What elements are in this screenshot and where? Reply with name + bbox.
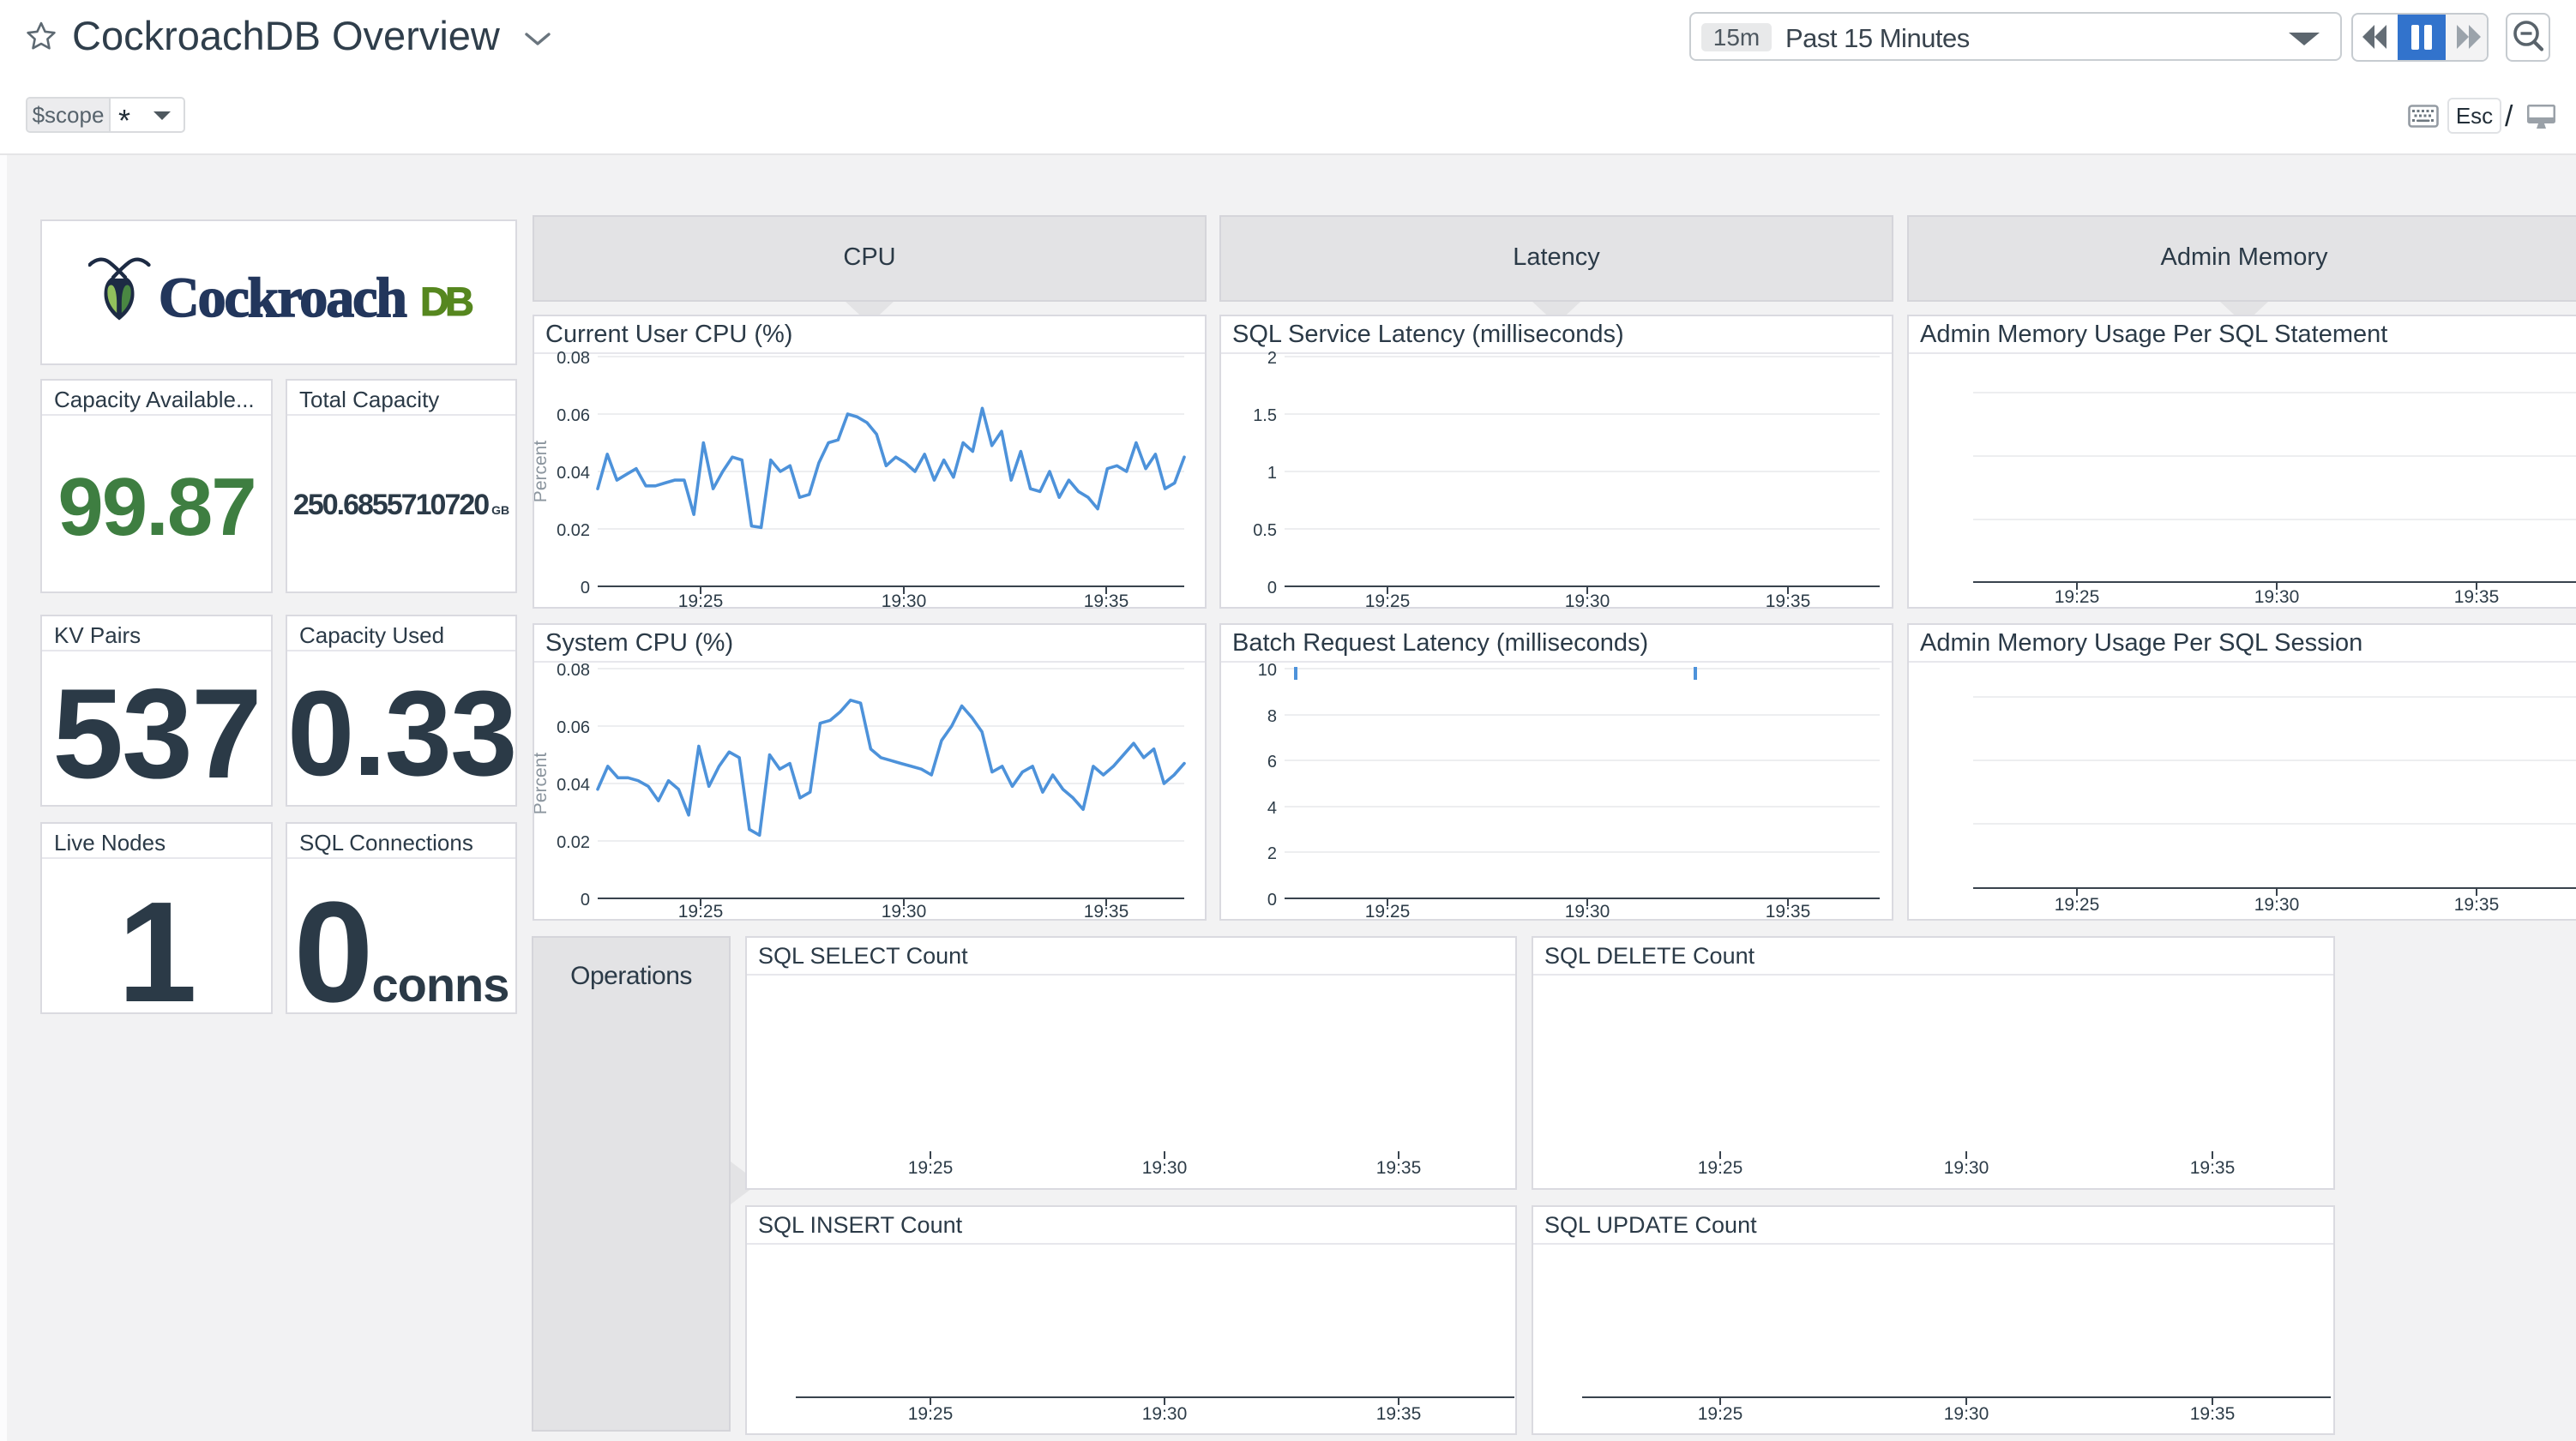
svg-text:19:30: 19:30	[882, 902, 927, 922]
svg-text:0.08: 0.08	[557, 349, 590, 368]
svg-text:0.04: 0.04	[557, 776, 590, 795]
svg-text:Cockroach: Cockroach	[159, 267, 407, 326]
svg-text:0: 0	[581, 891, 590, 910]
svg-text:19:35: 19:35	[1376, 1404, 1422, 1424]
svg-text:19:25: 19:25	[1365, 902, 1411, 922]
svg-text:1: 1	[1267, 464, 1277, 483]
svg-text:19:25: 19:25	[2055, 895, 2100, 915]
svg-text:19:25: 19:25	[1698, 1404, 1743, 1424]
svg-text:19:35: 19:35	[1766, 591, 1811, 610]
svg-text:0: 0	[581, 579, 590, 597]
svg-text:19:25: 19:25	[1698, 1158, 1743, 1178]
svg-text:19:35: 19:35	[2454, 587, 2500, 607]
svg-text:19:25: 19:25	[908, 1404, 954, 1424]
svg-text:19:35: 19:35	[1084, 591, 1129, 610]
svg-text:19:35: 19:35	[1084, 902, 1129, 922]
svg-text:Percent: Percent	[534, 753, 551, 815]
svg-text:19:30: 19:30	[1142, 1404, 1188, 1424]
svg-text:19:30: 19:30	[1142, 1158, 1188, 1178]
svg-text:19:30: 19:30	[882, 591, 927, 610]
svg-text:0.06: 0.06	[557, 718, 590, 737]
svg-text:19:30: 19:30	[1565, 902, 1610, 922]
svg-text:DB: DB	[420, 279, 474, 324]
svg-text:19:30: 19:30	[1944, 1158, 1989, 1178]
svg-text:19:30: 19:30	[1944, 1404, 1989, 1424]
svg-text:19:35: 19:35	[1766, 902, 1811, 922]
svg-text:0.08: 0.08	[557, 661, 590, 680]
svg-text:19:30: 19:30	[2254, 895, 2300, 915]
svg-text:0.5: 0.5	[1253, 521, 1277, 540]
svg-text:19:35: 19:35	[1376, 1158, 1422, 1178]
svg-text:19:25: 19:25	[678, 591, 724, 610]
svg-text:19:25: 19:25	[678, 902, 724, 922]
svg-text:19:25: 19:25	[1365, 591, 1411, 610]
svg-text:0.04: 0.04	[557, 464, 590, 483]
svg-text:19:30: 19:30	[1565, 591, 1610, 610]
svg-text:4: 4	[1267, 799, 1277, 818]
svg-text:19:35: 19:35	[2190, 1404, 2236, 1424]
svg-text:2: 2	[1267, 349, 1277, 368]
svg-text:19:35: 19:35	[2454, 895, 2500, 915]
svg-text:6: 6	[1267, 753, 1277, 772]
svg-text:0: 0	[1267, 891, 1277, 910]
svg-text:19:30: 19:30	[2254, 587, 2300, 607]
svg-text:0.02: 0.02	[557, 521, 590, 540]
svg-text:1.5: 1.5	[1253, 406, 1277, 425]
svg-text:19:35: 19:35	[2190, 1158, 2236, 1178]
svg-text:19:25: 19:25	[908, 1158, 954, 1178]
svg-text:2: 2	[1267, 844, 1277, 863]
svg-text:8: 8	[1267, 707, 1277, 726]
svg-text:0.02: 0.02	[557, 833, 590, 852]
svg-text:0: 0	[1267, 579, 1277, 597]
svg-text:Percent: Percent	[534, 441, 551, 503]
svg-text:10: 10	[1258, 661, 1277, 680]
svg-text:19:25: 19:25	[2055, 587, 2100, 607]
svg-text:0.06: 0.06	[557, 406, 590, 425]
